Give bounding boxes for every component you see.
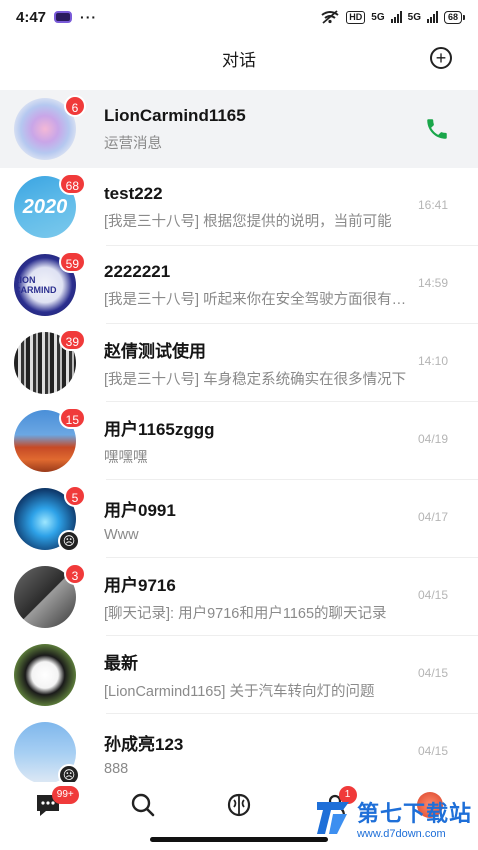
unread-badge: 59 <box>58 251 86 273</box>
nav-discover[interactable] <box>209 792 269 832</box>
signal-1-icon <box>390 11 402 23</box>
phone-icon <box>427 119 447 139</box>
conversation-time: 04/15 <box>418 666 449 680</box>
watermark-logo-icon <box>316 802 349 834</box>
conversation-name: 用户1165zggg <box>104 420 215 439</box>
conversation-row[interactable]: 5 ☹ 用户0991 Www 04/17 <box>0 480 478 558</box>
conversation-name: 用户9716 <box>104 576 176 595</box>
conversation-preview: [聊天记录]: 用户9716和用户1165的聊天记录 <box>104 606 387 622</box>
conversation-time: 04/19 <box>418 432 449 446</box>
watermark-url: www.d7down.com <box>356 828 446 840</box>
conversation-time: 04/15 <box>418 588 449 602</box>
conversation-name: 2222221 <box>104 261 171 281</box>
conversation-preview: [我是三十八号] 车身稳定系统确实在很多情况下 <box>104 372 407 388</box>
conversation-name: 最新 <box>104 654 138 673</box>
conversation-time: 04/15 <box>418 744 449 758</box>
conversation-preview: Www <box>104 526 139 543</box>
avatar-wrap: 6 <box>14 95 86 160</box>
watermark: 第七下载站 www.d7down.com <box>313 796 472 840</box>
chat-unread-badge: 99+ <box>51 786 79 804</box>
discover-icon <box>227 793 251 817</box>
page-title: 对话 <box>222 50 256 70</box>
conversation-row[interactable]: 15 用户1165zggg 嘿嘿嘿 04/19 <box>0 402 478 480</box>
conversation-time: 14:59 <box>418 276 449 290</box>
status-bar: 4:47 ··· HD 5G 5G 68 <box>0 0 478 34</box>
home-indicator[interactable] <box>150 837 328 842</box>
conversation-preview: [LionCarmind1165] 关于汽车转向灯的问题 <box>104 684 375 700</box>
conversation-row[interactable]: 2020 68 test222 [我是三十八号] 根据您提供的说明，当前可能 1… <box>0 168 478 246</box>
conversation-preview: [我是三十八号] 根据您提供的说明，当前可能 <box>104 213 392 230</box>
conversation-name: LionCarmind1165 <box>104 105 246 125</box>
conversation-row[interactable]: ☹ 孙成亮123 888 04/15 <box>0 714 478 792</box>
app-notification-icon <box>54 11 73 23</box>
conversation-name: 用户0991 <box>104 500 176 520</box>
conversation-name: 赵倩测试使用 <box>104 342 206 361</box>
add-conversation-button[interactable]: + <box>430 47 452 69</box>
conversation-preview: 运营消息 <box>104 135 162 152</box>
conversation-list: 2020 68 test222 [我是三十八号] 根据您提供的说明，当前可能 1… <box>0 168 478 792</box>
more-notifications-icon: ··· <box>80 9 98 25</box>
battery-level: 68 <box>447 12 458 22</box>
unread-badge: 5 <box>64 485 86 507</box>
conversation-row[interactable]: 最新 [LionCarmind1165] 关于汽车转向灯的问题 04/15 <box>0 636 478 714</box>
hd-icon: HD <box>346 10 366 24</box>
watermark-title: 第七下载站 <box>356 801 472 826</box>
status-time: 4:47 <box>16 8 47 26</box>
unread-badge: 6 <box>64 95 86 117</box>
plus-circle-icon: + <box>435 48 447 68</box>
conversation-row[interactable]: LION CARMIND 59 2222221 [我是三十八号] 听起来你在安全… <box>0 246 478 324</box>
call-button[interactable] <box>422 114 452 144</box>
nav-search[interactable] <box>113 792 173 832</box>
conversation-time: 16:41 <box>418 198 449 212</box>
wifi-off-icon <box>321 10 339 24</box>
conversation-preview: 888 <box>104 760 129 777</box>
unread-badge: 3 <box>64 563 86 585</box>
unread-badge: 68 <box>58 173 86 195</box>
signal-1-label: 5G <box>371 11 385 23</box>
conversation-name: 孙成亮123 <box>104 734 184 754</box>
conversation-preview: 嘿嘿嘿 <box>104 450 148 466</box>
unread-badge: 39 <box>58 329 86 351</box>
signal-2-icon <box>426 11 438 23</box>
conversation-preview: [我是三十八号] 听起来你在安全驾驶方面很有心得 <box>104 291 408 308</box>
conversation-row[interactable]: 39 赵倩测试使用 [我是三十八号] 车身稳定系统确实在很多情况下 14:10 <box>0 324 478 402</box>
search-icon <box>132 793 155 817</box>
avatar <box>14 644 76 706</box>
conversation-name: test222 <box>104 183 163 203</box>
mute-icon: ☹ <box>58 530 80 552</box>
battery-icon: 68 <box>443 10 466 24</box>
signal-2-label: 5G <box>407 11 421 23</box>
unread-badge: 15 <box>58 407 86 429</box>
pinned-conversation[interactable]: 6 LionCarmind1165 运营消息 <box>0 90 478 168</box>
conversation-time: 04/17 <box>418 510 449 524</box>
conversation-time: 14:10 <box>418 354 449 368</box>
conversation-row[interactable]: 3 用户9716 [聊天记录]: 用户9716和用户1165的聊天记录 04/1… <box>0 558 478 636</box>
nav-chat[interactable]: 99+ <box>18 786 79 832</box>
header: 对话 + <box>0 34 478 82</box>
